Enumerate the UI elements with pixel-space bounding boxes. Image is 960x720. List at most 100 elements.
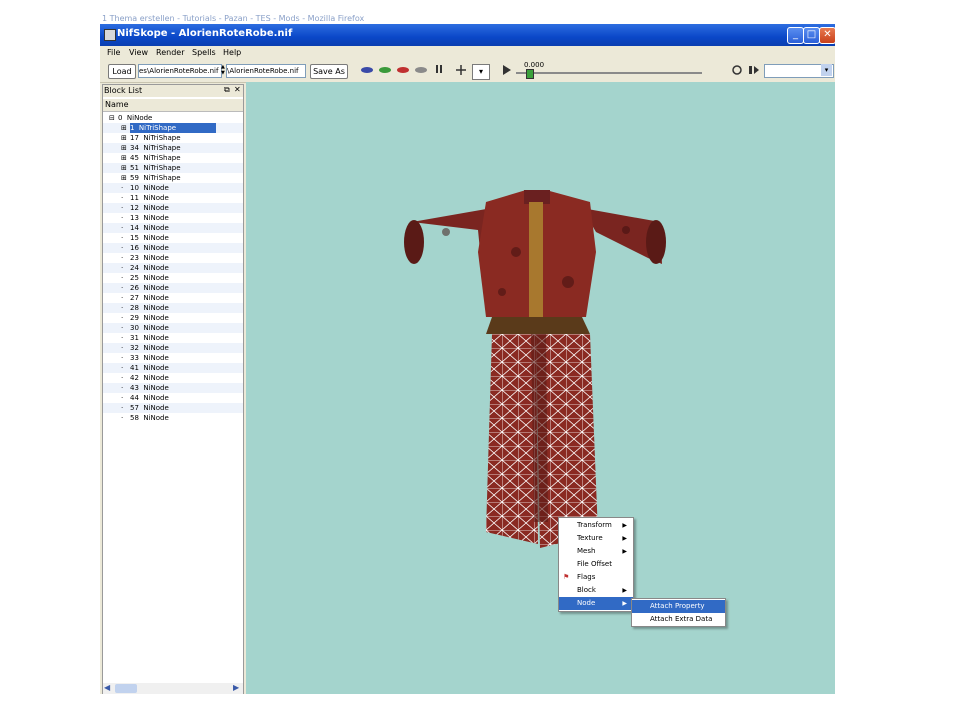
- tree-row[interactable]: · 33 NiNode: [103, 353, 243, 363]
- menu-item-label: Node: [577, 599, 596, 607]
- tree-row[interactable]: · 41 NiNode: [103, 363, 243, 373]
- tree-row[interactable]: · 29 NiNode: [103, 313, 243, 323]
- scroll-left-icon[interactable]: ◀: [104, 683, 110, 692]
- tree-row[interactable]: ⊟ 0 NiNode: [103, 113, 243, 123]
- view-side-icon[interactable]: [414, 65, 428, 75]
- load-path-field[interactable]: es\AlorienRoteRobe.nif: [138, 64, 222, 78]
- flag-icon: ⚑: [563, 573, 570, 581]
- tree-row-label: 1 NiTriShape: [130, 123, 217, 133]
- tree-row-label: 17 NiTriShape: [130, 134, 181, 142]
- menu-item-attach-extra-data[interactable]: Attach Extra Data: [632, 613, 725, 626]
- tree-line-icon: ·: [121, 374, 124, 382]
- flip-icon[interactable]: [434, 64, 444, 76]
- expand-icon[interactable]: ⊞: [121, 173, 127, 183]
- tree-row[interactable]: · 10 NiNode: [103, 183, 243, 193]
- render-viewport[interactable]: [246, 82, 835, 694]
- tree-row[interactable]: ⊞ 59 NiTriShape: [103, 173, 243, 183]
- horizontal-scrollbar[interactable]: ◀ ▶: [103, 683, 243, 694]
- close-button[interactable]: ✕: [819, 27, 835, 44]
- tree-row[interactable]: · 12 NiNode: [103, 203, 243, 213]
- tree-row[interactable]: · 32 NiNode: [103, 343, 243, 353]
- tree-row[interactable]: ⊞ 17 NiTriShape: [103, 133, 243, 143]
- tree-row[interactable]: · 26 NiNode: [103, 283, 243, 293]
- menu-spells[interactable]: Spells: [192, 48, 216, 57]
- move-icon[interactable]: [454, 64, 468, 76]
- expand-icon[interactable]: ⊞: [121, 143, 127, 153]
- tree-row[interactable]: ⊞ 45 NiTriShape: [103, 153, 243, 163]
- expand-icon[interactable]: ⊞: [121, 123, 127, 133]
- tree-row[interactable]: · 14 NiNode: [103, 223, 243, 233]
- tree-row[interactable]: · 42 NiNode: [103, 373, 243, 383]
- tree-row[interactable]: · 28 NiNode: [103, 303, 243, 313]
- save-as-button[interactable]: Save As: [310, 64, 348, 79]
- tree-row[interactable]: · 16 NiNode: [103, 243, 243, 253]
- menu-help[interactable]: Help: [223, 48, 241, 57]
- tree-row[interactable]: · 11 NiNode: [103, 193, 243, 203]
- menu-item-mesh[interactable]: Mesh ▶: [559, 545, 633, 558]
- tree-row[interactable]: · 31 NiNode: [103, 333, 243, 343]
- loop-icon[interactable]: [731, 64, 743, 76]
- tree-row[interactable]: · 58 NiNode: [103, 413, 243, 423]
- tree-row[interactable]: · 27 NiNode: [103, 293, 243, 303]
- menu-item-transform[interactable]: Transform ▶: [559, 519, 633, 532]
- expand-icon[interactable]: ⊞: [121, 133, 127, 143]
- tree-row[interactable]: ⊞ 51 NiTriShape: [103, 163, 243, 173]
- menu-bar: File View Render Spells Help: [100, 46, 835, 60]
- submenu-arrow-icon: ▶: [622, 522, 627, 529]
- tree-row[interactable]: · 43 NiNode: [103, 383, 243, 393]
- menu-item-file-offset[interactable]: File Offset: [559, 558, 633, 571]
- view-walk-icon[interactable]: [360, 65, 374, 75]
- save-path-field[interactable]: \AlorienRoteRobe.nif: [226, 64, 306, 78]
- switch-icon[interactable]: [748, 64, 760, 76]
- menu-render[interactable]: Render: [156, 48, 184, 57]
- minimize-button[interactable]: _: [787, 27, 804, 44]
- float-icon[interactable]: ⧉: [224, 85, 230, 95]
- tree-row[interactable]: · 44 NiNode: [103, 393, 243, 403]
- tree-row-label: 59 NiTriShape: [130, 174, 181, 182]
- time-slider-track[interactable]: [516, 72, 702, 74]
- view-top-icon[interactable]: [378, 65, 392, 75]
- tree-row[interactable]: · 25 NiNode: [103, 273, 243, 283]
- view-front-icon[interactable]: [396, 65, 410, 75]
- time-slider-handle[interactable]: [526, 69, 534, 79]
- tree-row-label: 43 NiNode: [130, 384, 169, 392]
- maximize-button[interactable]: □: [803, 27, 820, 44]
- robe-model: [404, 190, 666, 548]
- scroll-thumb[interactable]: [115, 684, 137, 693]
- scroll-right-icon[interactable]: ▶: [233, 683, 239, 692]
- tree-row-label: 16 NiNode: [130, 244, 169, 252]
- expand-icon[interactable]: ⊞: [121, 163, 127, 173]
- tree-row[interactable]: ⊞ 1 NiTriShape: [103, 123, 243, 133]
- title-bar[interactable]: NifSkope - AlorienRoteRobe.nif _ □ ✕: [100, 24, 835, 46]
- submenu-arrow-icon: ▶: [622, 600, 627, 607]
- menu-file[interactable]: File: [107, 48, 120, 57]
- column-header-name[interactable]: Name: [103, 99, 243, 112]
- expand-icon[interactable]: ⊞: [121, 153, 127, 163]
- load-button[interactable]: Load: [108, 64, 136, 79]
- chevron-down-icon[interactable]: ▾: [821, 64, 832, 76]
- tree-row-label: 28 NiNode: [130, 304, 169, 312]
- menu-item-texture[interactable]: Texture ▶: [559, 532, 633, 545]
- tree-row[interactable]: · 24 NiNode: [103, 263, 243, 273]
- menu-item-flags[interactable]: ⚑ Flags: [559, 571, 633, 584]
- tree-row[interactable]: · 57 NiNode: [103, 403, 243, 413]
- tree-row-label: 34 NiTriShape: [130, 144, 181, 152]
- menu-item-block[interactable]: Block ▶: [559, 584, 633, 597]
- tree-row[interactable]: · 13 NiNode: [103, 213, 243, 223]
- tree-line-icon: ·: [121, 254, 124, 262]
- tree-row-label: 15 NiNode: [130, 234, 169, 242]
- tree-row[interactable]: · 30 NiNode: [103, 323, 243, 333]
- play-icon[interactable]: [502, 65, 512, 75]
- tree-line-icon: ·: [121, 234, 124, 242]
- tree-row[interactable]: · 15 NiNode: [103, 233, 243, 243]
- menu-view[interactable]: View: [129, 48, 148, 57]
- view-dropdown[interactable]: ▾: [472, 64, 490, 80]
- node-submenu: Attach Property Attach Extra Data: [631, 598, 726, 627]
- menu-item-attach-property[interactable]: Attach Property: [632, 600, 725, 613]
- tree-row[interactable]: ⊞ 34 NiTriShape: [103, 143, 243, 153]
- menu-item-node[interactable]: Node ▶: [559, 597, 633, 610]
- close-icon[interactable]: ✕: [234, 85, 241, 94]
- tree-row[interactable]: · 23 NiNode: [103, 253, 243, 263]
- collapse-icon[interactable]: ⊟: [109, 113, 115, 123]
- tree-line-icon: ·: [121, 404, 124, 412]
